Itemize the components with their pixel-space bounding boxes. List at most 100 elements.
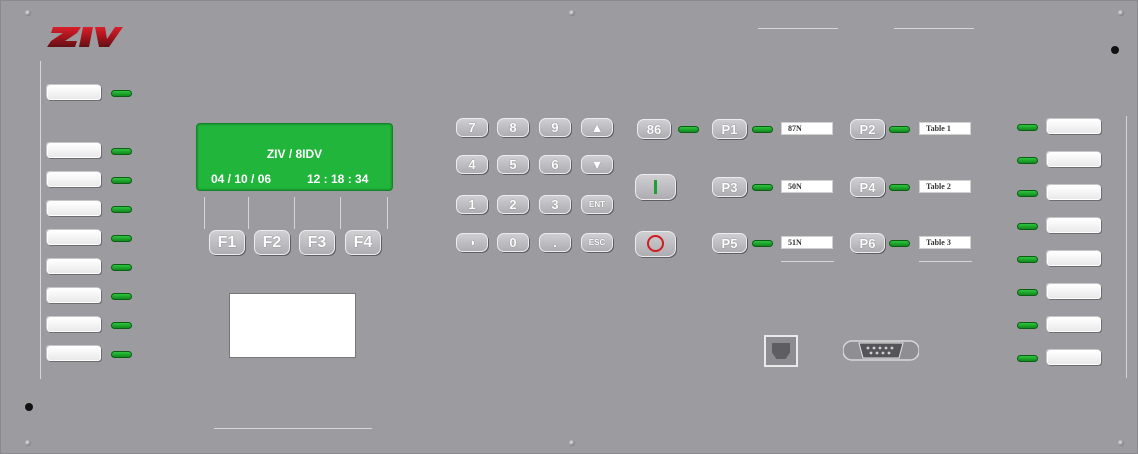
key-8[interactable]: 8 — [497, 118, 529, 137]
screw-bottom-left — [25, 440, 31, 446]
left-led-2 — [111, 148, 132, 155]
ziv-logo — [47, 25, 123, 49]
right-led-7 — [1017, 322, 1038, 329]
led-p4 — [889, 184, 910, 191]
key-contrast-icon[interactable]: ◑ — [456, 233, 488, 252]
key-0[interactable]: 0 — [497, 233, 529, 252]
header-line-2 — [894, 28, 974, 29]
left-indicator-label-6 — [47, 259, 101, 274]
left-indicator-label-2 — [47, 143, 101, 158]
green-bar-icon — [654, 180, 657, 194]
key-p4[interactable]: P4 — [850, 177, 885, 197]
right-led-2 — [1017, 157, 1038, 164]
tag-p6: Table 3 — [919, 236, 971, 249]
screw-top-left — [25, 10, 31, 16]
f2-key[interactable]: F2 — [254, 230, 290, 255]
lcd-model-text: ZIV / 8IDV — [266, 147, 323, 161]
right-indicator-label-7 — [1047, 317, 1101, 332]
right-indicator-label-8 — [1047, 350, 1101, 365]
blank-label-window — [229, 293, 356, 358]
left-led-8 — [111, 322, 132, 329]
key-up-arrow-icon[interactable]: ▲ — [581, 118, 613, 137]
key-3[interactable]: 3 — [539, 195, 571, 214]
relay-front-panel: ZIV / 8IDV 04 / 10 / 06 12 : 18 : 34 F1 … — [0, 0, 1138, 454]
close-breaker-button[interactable] — [635, 174, 676, 200]
left-indicator-label-3 — [47, 172, 101, 187]
right-indicator-label-5 — [1047, 251, 1101, 266]
screw-bottom-center — [569, 440, 575, 446]
tag-p3: 50N — [781, 180, 833, 193]
right-indicator-label-6 — [1047, 284, 1101, 299]
tag-p5: 51N — [781, 236, 833, 249]
f3-key[interactable]: F3 — [299, 230, 335, 255]
key-9[interactable]: 9 — [539, 118, 571, 137]
left-indicator-label-4 — [47, 201, 101, 216]
key-enter[interactable]: ENT — [581, 195, 613, 214]
key-p2[interactable]: P2 — [850, 119, 885, 139]
mount-hole-top-right — [1111, 46, 1119, 54]
right-indicator-label-3 — [1047, 185, 1101, 200]
fkey-divider-4 — [340, 197, 341, 229]
left-indicator-label-7 — [47, 288, 101, 303]
key-4[interactable]: 4 — [456, 155, 488, 174]
left-led-6 — [111, 264, 132, 271]
tag-p4: Table 2 — [919, 180, 971, 193]
left-led-5 — [111, 235, 132, 242]
key-down-arrow-icon[interactable]: ▼ — [581, 155, 613, 174]
right-indicator-label-1 — [1047, 119, 1101, 134]
left-indicator-label-9 — [47, 346, 101, 361]
key-p5[interactable]: P5 — [712, 233, 747, 253]
key-86[interactable]: 86 — [637, 119, 671, 139]
screw-bottom-right — [1118, 440, 1124, 446]
key-7[interactable]: 7 — [456, 118, 488, 137]
right-indicator-label-2 — [1047, 152, 1101, 167]
key-p1[interactable]: P1 — [712, 119, 747, 139]
left-led-4 — [111, 206, 132, 213]
key-decimal[interactable]: . — [539, 233, 571, 252]
lcd-date-text: 04 / 10 / 06 — [211, 172, 272, 186]
right-led-3 — [1017, 190, 1038, 197]
tag-p1: 87N — [781, 122, 833, 135]
key-p3[interactable]: P3 — [712, 177, 747, 197]
footer-line — [214, 428, 372, 429]
key-5[interactable]: 5 — [497, 155, 529, 174]
led-p6 — [889, 240, 910, 247]
key-1[interactable]: 1 — [456, 195, 488, 214]
tag-underline-p5 — [781, 261, 834, 262]
key-escape[interactable]: ESC — [581, 233, 613, 252]
usb-port-icon[interactable] — [764, 335, 798, 367]
right-indicator-label-4 — [1047, 218, 1101, 233]
left-led-1 — [111, 90, 132, 97]
f1-key[interactable]: F1 — [209, 230, 245, 255]
mount-hole-bottom-left — [25, 403, 33, 411]
header-line-1 — [758, 28, 838, 29]
left-led-9 — [111, 351, 132, 358]
led-86 — [678, 126, 699, 133]
red-circle-icon — [647, 235, 664, 252]
key-p6[interactable]: P6 — [850, 233, 885, 253]
tag-underline-p6 — [919, 261, 972, 262]
fkey-divider-5 — [387, 197, 388, 229]
fkey-divider-1 — [204, 197, 205, 229]
divider-right — [1126, 116, 1127, 378]
right-led-8 — [1017, 355, 1038, 362]
f4-key[interactable]: F4 — [345, 230, 381, 255]
screw-top-right — [1118, 10, 1124, 16]
left-led-7 — [111, 293, 132, 300]
left-indicator-label-1 — [47, 85, 101, 100]
screw-top-center — [569, 10, 575, 16]
left-indicator-label-5 — [47, 230, 101, 245]
divider-left — [40, 61, 41, 379]
lcd-display: ZIV / 8IDV 04 / 10 / 06 12 : 18 : 34 — [196, 123, 393, 191]
right-led-4 — [1017, 223, 1038, 230]
led-p3 — [752, 184, 773, 191]
left-led-3 — [111, 177, 132, 184]
tag-p2: Table 1 — [919, 122, 971, 135]
right-led-5 — [1017, 256, 1038, 263]
key-6[interactable]: 6 — [539, 155, 571, 174]
key-2[interactable]: 2 — [497, 195, 529, 214]
led-p2 — [889, 126, 910, 133]
db9-port-icon[interactable] — [842, 338, 920, 363]
led-p1 — [752, 126, 773, 133]
open-breaker-button[interactable] — [635, 231, 676, 257]
